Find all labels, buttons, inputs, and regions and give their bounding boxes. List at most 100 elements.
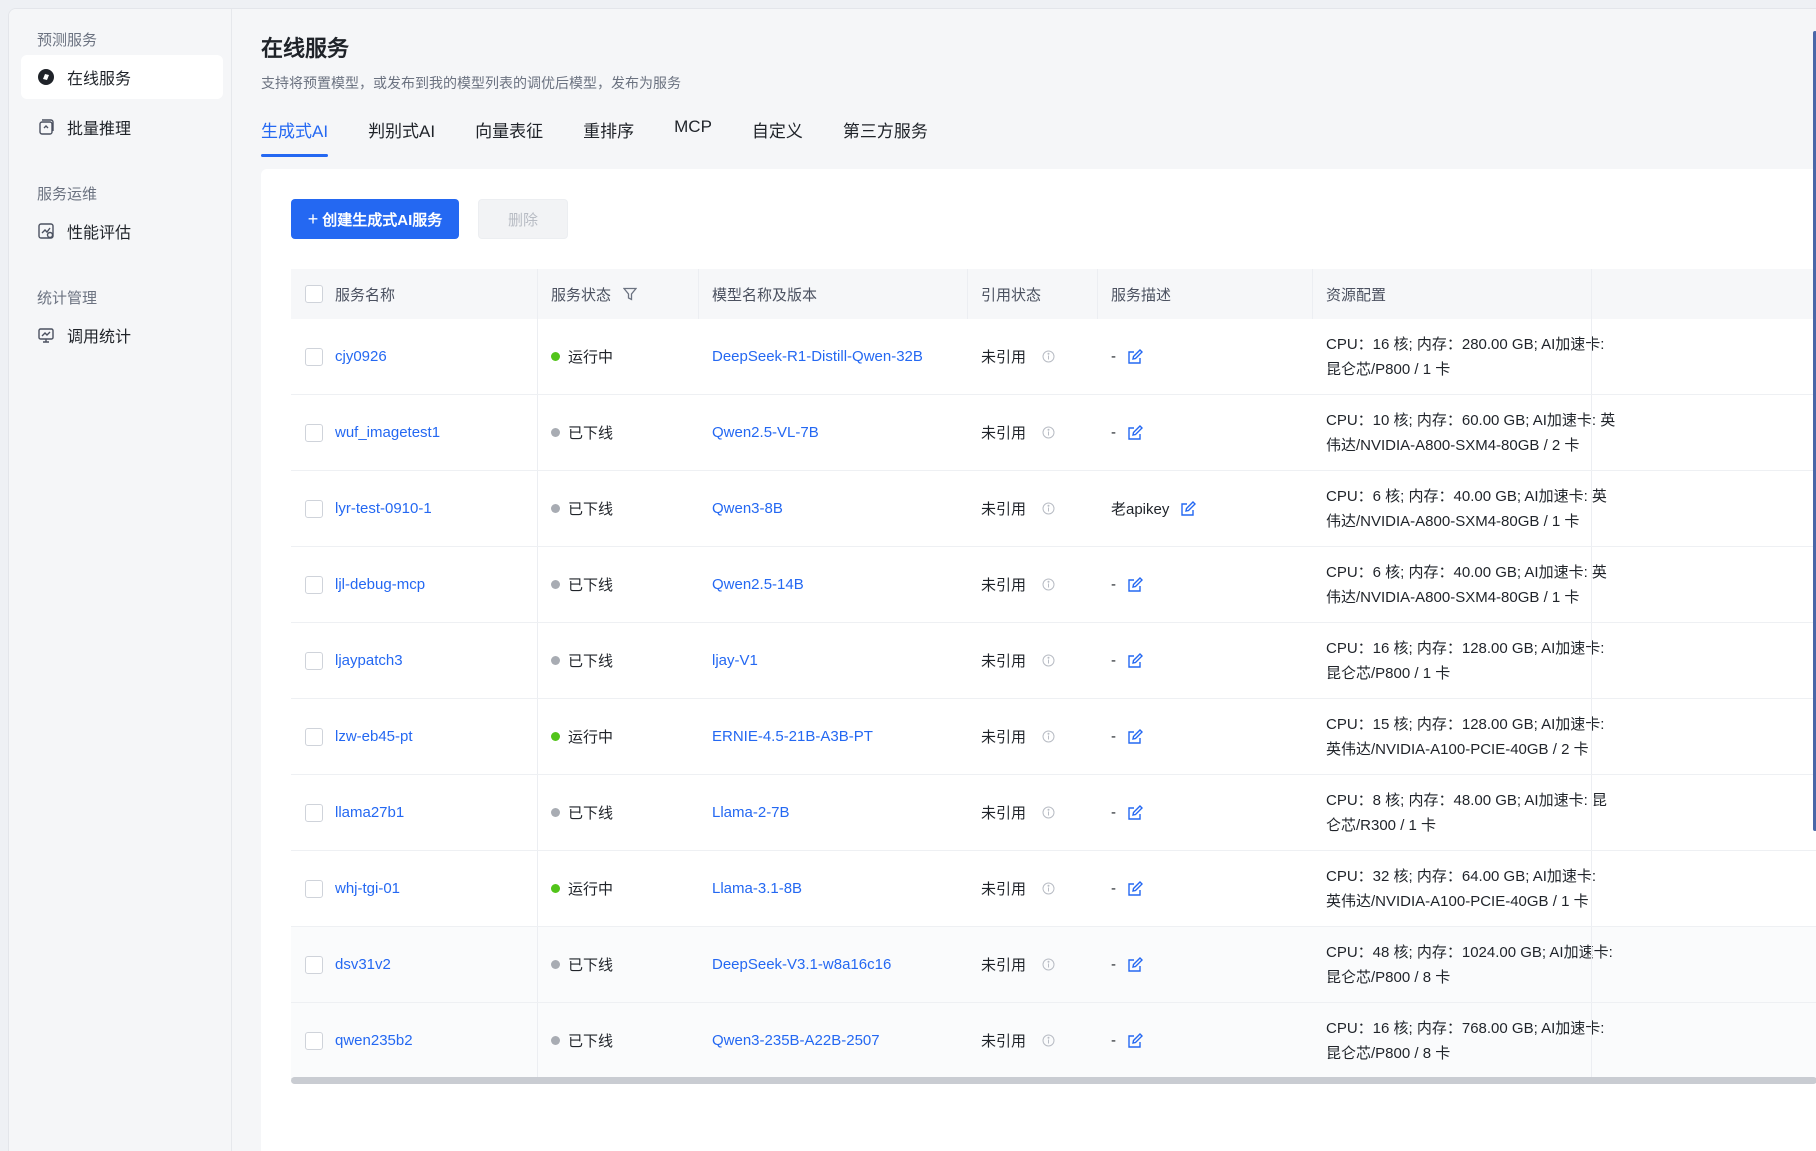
select-all-checkbox[interactable] bbox=[305, 285, 323, 303]
edit-icon[interactable] bbox=[1126, 576, 1144, 594]
edit-icon[interactable] bbox=[1126, 804, 1144, 822]
tab-rerank[interactable]: 重排序 bbox=[583, 117, 634, 157]
table-row: ljaypatch3 已下线 ljay-V1 未引用 - CPU：16 核; 内… bbox=[291, 623, 1816, 699]
sidebar-item-batch-inference[interactable]: 批量推理 bbox=[21, 105, 223, 149]
monitor-icon bbox=[37, 326, 55, 344]
tab-custom[interactable]: 自定义 bbox=[752, 117, 803, 157]
model-link[interactable]: ERNIE-4.5-21B-A3B-PT bbox=[712, 728, 873, 745]
row-checkbox[interactable] bbox=[305, 803, 323, 822]
row-checkbox[interactable] bbox=[305, 423, 323, 442]
ref-status-text: 未引用 bbox=[981, 1033, 1027, 1050]
table-row: llama27b1 已下线 Llama-2-7B 未引用 - CPU：8 核; … bbox=[291, 775, 1816, 851]
model-link[interactable]: DeepSeek-R1-Distill-Qwen-32B bbox=[712, 348, 923, 365]
row-checkbox[interactable] bbox=[305, 955, 323, 974]
edit-icon[interactable] bbox=[1126, 348, 1144, 366]
description-text: - bbox=[1111, 348, 1116, 365]
info-icon[interactable] bbox=[1042, 426, 1055, 439]
row-checkbox[interactable] bbox=[305, 347, 323, 366]
resource-config: CPU：15 核; 内存：128.00 GB; AI加速卡: 英伟达/NVIDI… bbox=[1326, 712, 1626, 762]
resource-config: CPU：32 核; 内存：64.00 GB; AI加速卡: 英伟达/NVIDIA… bbox=[1326, 864, 1626, 914]
info-icon[interactable] bbox=[1042, 958, 1055, 971]
resource-config: CPU：48 核; 内存：1024.00 GB; AI加速卡: 昆仑芯/P800… bbox=[1326, 940, 1626, 990]
service-name-link[interactable]: whj-tgi-01 bbox=[335, 880, 400, 897]
ref-status-text: 未引用 bbox=[981, 425, 1027, 442]
resource-line-2: 昆仑芯/P800 / 1 卡 bbox=[1326, 664, 1451, 682]
model-link[interactable]: Qwen2.5-14B bbox=[712, 576, 804, 593]
info-icon[interactable] bbox=[1042, 350, 1055, 363]
table-header: 服务名称 服务状态 模型名称及版本 引用状态 服务描述 资源配置 bbox=[291, 269, 1816, 319]
info-icon[interactable] bbox=[1042, 502, 1055, 515]
service-name-link[interactable]: wuf_imagetest1 bbox=[335, 424, 440, 441]
row-checkbox[interactable] bbox=[305, 1031, 323, 1050]
page-title: 在线服务 bbox=[261, 36, 350, 61]
model-link[interactable]: Qwen3-235B-A22B-2507 bbox=[712, 1032, 880, 1049]
info-icon[interactable] bbox=[1042, 1034, 1055, 1047]
description-text: - bbox=[1111, 652, 1116, 669]
header-ref: 引用状态 bbox=[981, 286, 1042, 304]
edit-icon[interactable] bbox=[1179, 500, 1197, 518]
info-icon[interactable] bbox=[1042, 730, 1055, 743]
horizontal-scrollbar[interactable] bbox=[291, 1077, 1816, 1084]
service-name-link[interactable]: qwen235b2 bbox=[335, 1032, 413, 1049]
status-text: 运行中 bbox=[568, 349, 614, 366]
filter-icon[interactable] bbox=[623, 287, 638, 301]
sidebar-item-performance[interactable]: 性能评估 bbox=[21, 209, 223, 253]
tab-generative-ai[interactable]: 生成式AI bbox=[261, 117, 329, 157]
edit-icon[interactable] bbox=[1126, 1032, 1144, 1050]
model-link[interactable]: ljay-V1 bbox=[712, 652, 758, 669]
resource-line-2: 仑芯/R300 / 1 卡 bbox=[1326, 816, 1437, 834]
service-name-link[interactable]: lyr-test-0910-1 bbox=[335, 500, 432, 517]
model-link[interactable]: Qwen3-8B bbox=[712, 500, 783, 517]
resource-config: CPU：6 核; 内存：40.00 GB; AI加速卡: 英 伟达/NVIDIA… bbox=[1326, 560, 1626, 610]
service-name-link[interactable]: dsv31v2 bbox=[335, 956, 391, 973]
sidebar-item-online-service[interactable]: 在线服务 bbox=[21, 55, 223, 99]
model-link[interactable]: Qwen2.5-VL-7B bbox=[712, 424, 819, 441]
create-service-button[interactable]: + 创建生成式AI服务 bbox=[291, 199, 459, 239]
description-text: - bbox=[1111, 576, 1116, 593]
info-icon[interactable] bbox=[1042, 654, 1055, 667]
header-desc: 服务描述 bbox=[1111, 286, 1172, 304]
info-icon[interactable] bbox=[1042, 882, 1055, 895]
sidebar-item-call-stats[interactable]: 调用统计 bbox=[21, 313, 223, 357]
status-text: 已下线 bbox=[568, 425, 614, 442]
row-checkbox[interactable] bbox=[305, 499, 323, 518]
resource-line-1: CPU：8 核; 内存：48.00 GB; AI加速卡: 昆 bbox=[1326, 791, 1607, 809]
tab-mcp[interactable]: MCP bbox=[674, 117, 712, 157]
model-link[interactable]: Llama-3.1-8B bbox=[712, 880, 802, 897]
model-link[interactable]: DeepSeek-V3.1-w8a16c16 bbox=[712, 956, 891, 973]
edit-icon[interactable] bbox=[1126, 424, 1144, 442]
edit-icon[interactable] bbox=[1126, 728, 1144, 746]
header-status-label: 服务状态 bbox=[551, 286, 612, 304]
model-link[interactable]: Llama-2-7B bbox=[712, 804, 790, 821]
service-name-link[interactable]: cjy0926 bbox=[335, 348, 387, 365]
edit-icon[interactable] bbox=[1126, 652, 1144, 670]
sidebar-item-label: 在线服务 bbox=[67, 71, 132, 88]
table-row: ljl-debug-mcp 已下线 Qwen2.5-14B 未引用 - CPU：… bbox=[291, 547, 1816, 623]
resource-config: CPU：6 核; 内存：40.00 GB; AI加速卡: 英 伟达/NVIDIA… bbox=[1326, 484, 1626, 534]
row-checkbox[interactable] bbox=[305, 575, 323, 594]
row-checkbox[interactable] bbox=[305, 651, 323, 670]
edit-icon[interactable] bbox=[1126, 880, 1144, 898]
tab-third-party[interactable]: 第三方服务 bbox=[843, 117, 928, 157]
status-dot bbox=[551, 428, 560, 437]
edit-icon[interactable] bbox=[1126, 956, 1144, 974]
info-icon[interactable] bbox=[1042, 806, 1055, 819]
resource-config: CPU：16 核; 内存：128.00 GB; AI加速卡: 昆仑芯/P800 … bbox=[1326, 636, 1626, 686]
tab-embedding[interactable]: 向量表征 bbox=[475, 117, 543, 157]
row-checkbox[interactable] bbox=[305, 727, 323, 746]
table-row: wuf_imagetest1 已下线 Qwen2.5-VL-7B 未引用 - C… bbox=[291, 395, 1816, 471]
service-name-link[interactable]: llama27b1 bbox=[335, 804, 404, 821]
resource-config: CPU：16 核; 内存：280.00 GB; AI加速卡: 昆仑芯/P800 … bbox=[1326, 332, 1626, 382]
description-text: - bbox=[1111, 728, 1116, 745]
service-icon bbox=[37, 68, 55, 86]
service-name-link[interactable]: ljl-debug-mcp bbox=[335, 576, 425, 593]
service-name-link[interactable]: ljaypatch3 bbox=[335, 652, 403, 669]
row-checkbox[interactable] bbox=[305, 879, 323, 898]
info-icon[interactable] bbox=[1042, 578, 1055, 591]
tab-discriminative-ai[interactable]: 判别式AI bbox=[368, 117, 435, 157]
service-name-link[interactable]: lzw-eb45-pt bbox=[335, 728, 413, 745]
delete-button[interactable]: 删除 bbox=[478, 199, 568, 239]
description-text: - bbox=[1111, 880, 1116, 897]
ref-status-text: 未引用 bbox=[981, 805, 1027, 822]
table-row: lyr-test-0910-1 已下线 Qwen3-8B 未引用 老apikey bbox=[291, 471, 1816, 547]
